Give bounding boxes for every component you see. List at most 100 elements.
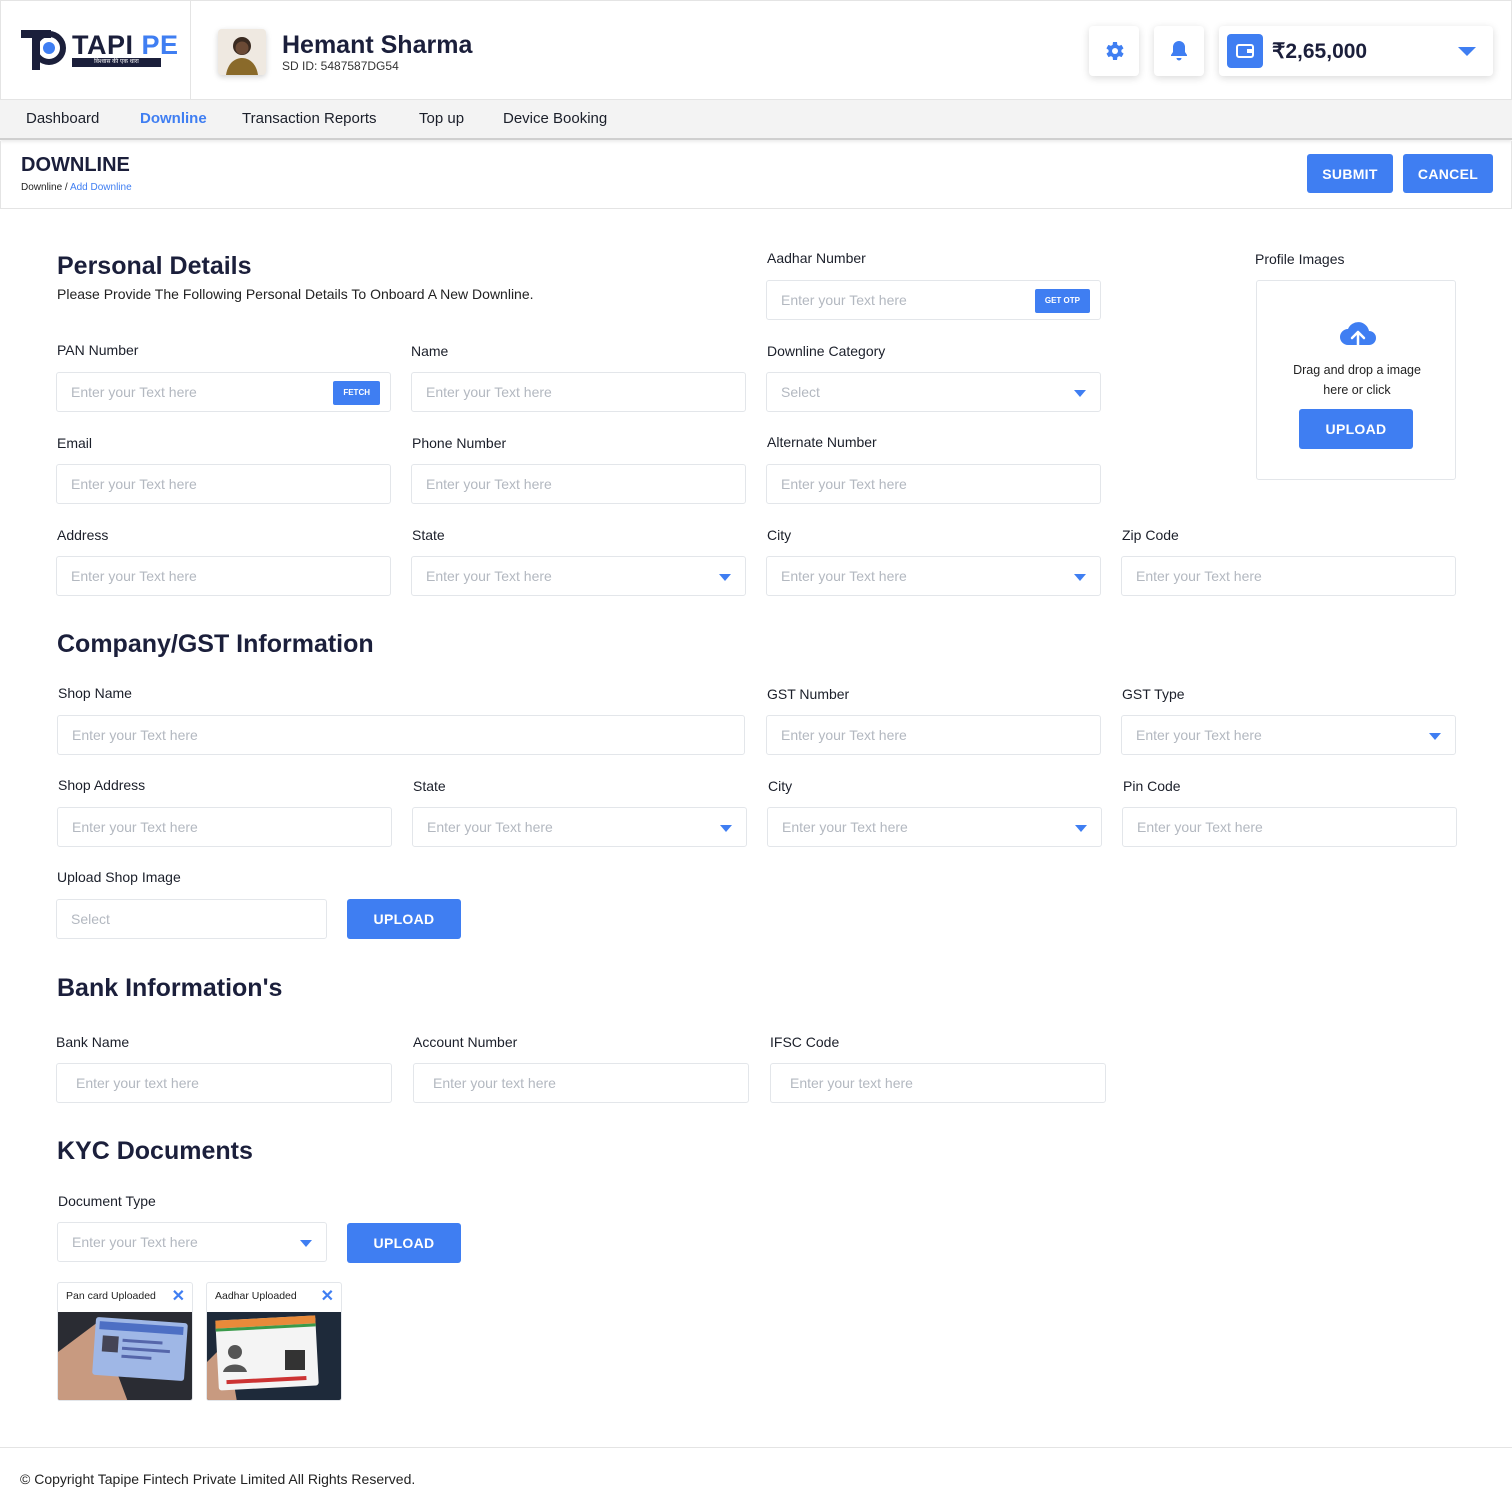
shop-name-label: Shop Name <box>58 685 132 701</box>
state-select[interactable]: Enter your Text here <box>411 556 746 596</box>
submit-button[interactable]: SUBMIT <box>1307 154 1393 193</box>
company-city-select[interactable]: Enter your Text here <box>767 807 1102 847</box>
uploaded-doc-label: Pan card Uploaded <box>66 1290 156 1302</box>
nav-downline[interactable]: Downline <box>140 110 207 127</box>
bank-name-label: Bank Name <box>56 1034 130 1050</box>
document-type-select[interactable]: Enter your Text here <box>57 1222 327 1262</box>
upload-shop-label: Upload Shop Image <box>57 869 181 885</box>
phone-input[interactable]: Enter your Text here <box>411 464 746 504</box>
tapipe-logo-icon <box>21 30 66 70</box>
uploaded-doc-pan: Pan card Uploaded ✕ <box>57 1282 193 1401</box>
get-otp-button[interactable]: GET OTP <box>1034 289 1090 313</box>
page-title: DOWNLINE <box>21 154 130 176</box>
close-icon[interactable]: ✕ <box>172 1286 185 1306</box>
avatar[interactable] <box>218 29 266 75</box>
logo-area[interactable]: TAPI PE विश्वास की एक धारा <box>1 1 191 101</box>
alternate-label: Alternate Number <box>767 434 877 450</box>
account-number-placeholder: Enter your text here <box>433 1075 556 1091</box>
aadhar-placeholder: Enter your Text here <box>781 292 907 308</box>
gst-type-select[interactable]: Enter your Text here <box>1121 715 1456 755</box>
pan-input[interactable]: Enter your Text here FETCH <box>56 372 391 412</box>
zip-input[interactable]: Enter your Text here <box>1121 556 1456 596</box>
bell-icon <box>1171 41 1187 61</box>
account-number-input[interactable]: Enter your text here <box>413 1063 749 1103</box>
wallet-dropdown[interactable]: ₹2,65,000 <box>1219 26 1493 76</box>
email-label: Email <box>57 435 93 451</box>
pan-card-thumbnail[interactable] <box>58 1312 193 1401</box>
main-nav: Dashboard Downline Transaction Reports T… <box>0 100 1512 140</box>
shop-name-input[interactable]: Enter your Text here <box>57 715 745 755</box>
ifsc-label: IFSC Code <box>770 1034 840 1050</box>
profile-upload-button[interactable]: UPLOAD <box>1299 409 1413 449</box>
category-select[interactable]: Select <box>766 372 1101 412</box>
bank-title: Bank Information's <box>57 974 283 1002</box>
alternate-input[interactable]: Enter your Text here <box>766 464 1101 504</box>
cancel-button[interactable]: CANCEL <box>1403 154 1493 193</box>
cloud-upload-icon <box>1340 322 1376 349</box>
chevron-down-icon <box>1075 825 1087 832</box>
chevron-down-icon <box>300 1240 312 1247</box>
close-icon[interactable]: ✕ <box>321 1286 334 1306</box>
address-input[interactable]: Enter your Text here <box>56 556 391 596</box>
company-state-placeholder: Enter your Text here <box>427 819 553 835</box>
nav-dashboard[interactable]: Dashboard <box>26 110 99 127</box>
name-input[interactable]: Enter your Text here <box>411 372 746 412</box>
phone-label: Phone Number <box>412 435 507 451</box>
personal-details-title: Personal Details <box>57 252 252 280</box>
user-name: Hemant Sharma <box>282 31 473 59</box>
company-city-placeholder: Enter your Text here <box>782 819 908 835</box>
top-header: TAPI PE विश्वास की एक धारा Hemant Sharma… <box>0 0 1512 101</box>
dropzone-line-2: here or click <box>1323 383 1391 397</box>
shop-image-value: Select <box>71 911 110 927</box>
shop-name-placeholder: Enter your Text here <box>72 727 198 743</box>
breadcrumb-root[interactable]: Downline <box>21 182 62 193</box>
profile-images-label: Profile Images <box>1255 251 1345 267</box>
chevron-down-icon <box>1074 574 1086 581</box>
gst-number-input[interactable]: Enter your Text here <box>766 715 1101 755</box>
email-field[interactable]: Enter your Text here <box>56 464 391 504</box>
kyc-upload-button[interactable]: UPLOAD <box>347 1223 461 1263</box>
breadcrumb-separator: / <box>64 182 68 193</box>
page-header: DOWNLINE Downline / Add Downline SUBMIT … <box>0 141 1512 209</box>
address-label: Address <box>57 527 109 543</box>
nav-top-up[interactable]: Top up <box>419 110 464 127</box>
dropzone-line-1: Drag and drop a image <box>1293 363 1421 377</box>
city-select[interactable]: Enter your Text here <box>766 556 1101 596</box>
shop-address-input[interactable]: Enter your Text here <box>57 807 392 847</box>
bank-name-input[interactable]: Enter your text here <box>56 1063 392 1103</box>
breadcrumb: Downline / Add Downline <box>21 182 132 193</box>
address-placeholder: Enter your Text here <box>71 568 197 584</box>
nav-transaction-reports[interactable]: Transaction Reports <box>242 110 377 127</box>
city-placeholder: Enter your Text here <box>781 568 907 584</box>
shop-image-select[interactable]: Select <box>56 899 327 939</box>
pin-code-input[interactable]: Enter your Text here <box>1122 807 1457 847</box>
wallet-icon <box>1227 34 1263 68</box>
settings-button[interactable] <box>1089 26 1139 76</box>
notifications-button[interactable] <box>1154 26 1204 76</box>
document-type-placeholder: Enter your Text here <box>72 1234 198 1250</box>
gst-type-label: GST Type <box>1122 686 1185 702</box>
shop-address-label: Shop Address <box>58 777 146 793</box>
wallet-balance: ₹2,65,000 <box>1272 40 1368 63</box>
bank-name-placeholder: Enter your text here <box>76 1075 199 1091</box>
pan-placeholder: Enter your Text here <box>71 384 197 400</box>
aadhar-input[interactable]: Enter your Text here GET OTP <box>766 280 1101 320</box>
gear-icon <box>1106 42 1124 60</box>
chevron-down-icon <box>1458 47 1476 56</box>
category-value: Select <box>781 384 820 400</box>
ifsc-input[interactable]: Enter your text here <box>770 1063 1106 1103</box>
personal-details-subtitle: Please Provide The Following Personal De… <box>57 286 534 302</box>
account-number-label: Account Number <box>413 1034 518 1050</box>
zip-label: Zip Code <box>1122 527 1179 543</box>
aadhar-card-thumbnail[interactable] <box>207 1312 342 1401</box>
company-state-label: State <box>413 778 446 794</box>
category-label: Downline Category <box>767 343 886 359</box>
document-type-label: Document Type <box>58 1193 156 1209</box>
company-city-label: City <box>768 778 793 794</box>
nav-device-booking[interactable]: Device Booking <box>503 110 607 127</box>
fetch-button[interactable]: FETCH <box>333 381 380 405</box>
shop-upload-button[interactable]: UPLOAD <box>347 899 461 939</box>
chevron-down-icon <box>719 574 731 581</box>
profile-image-dropzone[interactable]: Drag and drop a image here or click UPLO… <box>1256 280 1456 480</box>
company-state-select[interactable]: Enter your Text here <box>412 807 747 847</box>
